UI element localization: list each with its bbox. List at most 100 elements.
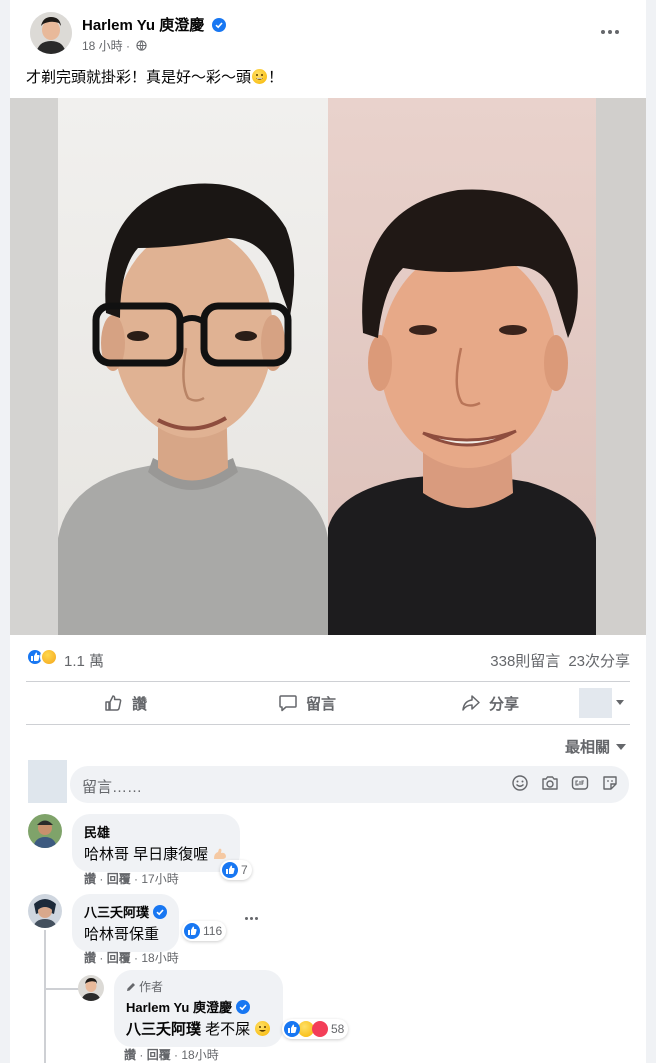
comment-time[interactable]: 18小時 bbox=[141, 951, 178, 965]
camera-icon[interactable] bbox=[541, 774, 559, 792]
commenter-avatar[interactable] bbox=[28, 894, 62, 928]
mention-link[interactable]: 八三夭阿璞 bbox=[126, 1021, 201, 1038]
comment-text: 哈林哥 早日康復喔 bbox=[84, 843, 228, 864]
share-label[interactable]: 分享 bbox=[489, 693, 519, 714]
author-name[interactable]: Harlem Yu 庾澄慶 bbox=[82, 14, 227, 35]
like-label[interactable]: 讚 bbox=[132, 693, 147, 714]
photo-panel-right bbox=[328, 98, 596, 635]
gif-icon[interactable] bbox=[571, 774, 589, 792]
comment-text: 哈林哥保重 bbox=[84, 926, 160, 943]
sort-label[interactable]: 最相關 bbox=[565, 739, 610, 756]
post-text: 才剃完頭就掛彩！真是好～彩～頭 ！ bbox=[26, 66, 283, 87]
caret-down-icon bbox=[616, 744, 626, 750]
flexed-arm-emoji-icon bbox=[212, 847, 228, 861]
pencil-icon bbox=[127, 983, 135, 991]
comment-reaction-count: 7 bbox=[241, 863, 248, 877]
grinning-face-emoji-icon bbox=[252, 69, 268, 84]
comment-reactions[interactable]: 7 bbox=[220, 860, 252, 880]
post-meta: 18 小時 · bbox=[82, 37, 147, 54]
comment-reactions[interactable]: 116 bbox=[182, 921, 227, 941]
comment-bubble: 民雄 哈林哥 早日康復喔 bbox=[72, 814, 241, 872]
post-header: Harlem Yu 庾澄慶 18 小時 · bbox=[30, 12, 630, 56]
comment-bubble: 八三夭阿璞 哈林哥保重 bbox=[72, 894, 180, 952]
like-button[interactable]: 讚 bbox=[104, 684, 147, 722]
post-text-main: 才剃完頭就掛彩！真是好～彩～頭 bbox=[26, 69, 252, 86]
share-as-avatar[interactable] bbox=[579, 688, 612, 718]
post-more-options-button[interactable] bbox=[596, 20, 624, 44]
comment-button[interactable]: 留言 bbox=[278, 684, 336, 722]
verified-badge-icon bbox=[235, 1000, 250, 1014]
reply-author-avatar[interactable] bbox=[78, 975, 104, 1001]
share-button[interactable]: 分享 bbox=[461, 684, 519, 722]
post-card: Harlem Yu 庾澄慶 18 小時 · 才剃完頭就掛彩！真是好～彩～頭 ！ 1… bbox=[10, 0, 646, 1063]
comment-reply-link[interactable]: 回覆 bbox=[107, 951, 131, 965]
reply-author-name[interactable]: Harlem Yu 庾澄慶 bbox=[126, 997, 271, 1016]
reply-text-content: 老不屎 bbox=[201, 1021, 251, 1038]
photo-margin-left bbox=[10, 98, 58, 635]
viewer-avatar[interactable] bbox=[28, 760, 67, 803]
share-arrow-icon bbox=[462, 695, 480, 711]
photo-panel-left bbox=[58, 98, 328, 635]
share-count[interactable]: 23次分享 bbox=[568, 653, 630, 670]
commenter-avatar[interactable] bbox=[28, 814, 62, 848]
dot-icon bbox=[255, 917, 258, 920]
comment-count[interactable]: 338則留言 bbox=[490, 653, 560, 670]
composer-tools bbox=[511, 774, 619, 792]
reaction-count[interactable]: 1.1 萬 bbox=[64, 650, 104, 671]
thumbs-up-icon bbox=[105, 695, 122, 711]
post-time[interactable]: 18 小時 bbox=[82, 39, 123, 53]
love-reaction-icon bbox=[312, 1021, 328, 1037]
commenter-name[interactable]: 八三夭阿璞 bbox=[84, 902, 168, 921]
comment-input-placeholder[interactable]: 留言…… bbox=[82, 776, 142, 797]
verified-badge-icon bbox=[153, 905, 168, 919]
photo-margin-right bbox=[596, 98, 646, 635]
comment-sort-dropdown[interactable]: 最相關 bbox=[565, 736, 626, 757]
post-text-end: ！ bbox=[268, 69, 284, 86]
commenter-name[interactable]: 民雄 bbox=[84, 822, 228, 841]
author-name-text[interactable]: Harlem Yu 庾澄慶 bbox=[82, 17, 204, 34]
reply-reactions[interactable]: 58 bbox=[282, 1019, 349, 1039]
post-photo[interactable] bbox=[10, 98, 646, 635]
commenter-name-text[interactable]: 八三夭阿璞 bbox=[84, 905, 149, 920]
care-reaction-icon[interactable] bbox=[40, 648, 58, 666]
reply-bubble: 作者 Harlem Yu 庾澄慶 八三夭阿璞 老不屎 bbox=[114, 970, 284, 1047]
dot-icon bbox=[615, 30, 619, 34]
comment-time[interactable]: 17小時 bbox=[141, 872, 178, 886]
dot-icon bbox=[608, 30, 612, 34]
emoji-icon[interactable] bbox=[511, 774, 529, 792]
reply-author-name-text[interactable]: Harlem Yu 庾澄慶 bbox=[126, 1000, 232, 1015]
comment-reply-link[interactable]: 回覆 bbox=[107, 872, 131, 886]
divider bbox=[26, 681, 630, 682]
sticker-icon[interactable] bbox=[601, 774, 619, 792]
reply-reply-link[interactable]: 回覆 bbox=[147, 1048, 171, 1062]
like-reaction-icon bbox=[222, 862, 238, 878]
author-tag: 作者 bbox=[126, 978, 271, 995]
comment-share-counts: 338則留言 23次分享 bbox=[490, 650, 630, 671]
comment-more-options-button[interactable] bbox=[245, 917, 258, 920]
comment-like-link[interactable]: 讚 bbox=[84, 872, 96, 886]
post-actions-bar: 讚 留言 分享 bbox=[26, 684, 630, 722]
globe-icon bbox=[136, 40, 147, 51]
reply-like-link[interactable]: 讚 bbox=[124, 1048, 136, 1062]
chevron-down-icon[interactable] bbox=[616, 700, 624, 705]
comment-text-content: 哈林哥 早日康復喔 bbox=[84, 846, 209, 863]
divider bbox=[26, 724, 630, 725]
author-tag-label: 作者 bbox=[139, 980, 164, 994]
comment-reaction-count: 116 bbox=[203, 924, 223, 938]
reaction-stats: 1.1 萬 338則留言 23次分享 bbox=[26, 646, 630, 670]
comment-label[interactable]: 留言 bbox=[306, 693, 336, 714]
dot-icon bbox=[250, 917, 253, 920]
reply-reaction-count: 58 bbox=[331, 1022, 345, 1036]
like-reaction-icon bbox=[184, 923, 200, 939]
comment-action-row: 讚 · 回覆 · 18小時 bbox=[84, 951, 179, 965]
comment-action-row: 讚 · 回覆 · 17小時 bbox=[84, 872, 179, 886]
comment-input[interactable]: 留言…… bbox=[70, 766, 629, 803]
reply-action-row: 讚 · 回覆 · 18小時 bbox=[124, 1048, 219, 1062]
reply-time[interactable]: 18小時 bbox=[181, 1048, 218, 1062]
dot-icon bbox=[245, 917, 248, 920]
comment-bubble-icon bbox=[279, 695, 297, 712]
author-avatar[interactable] bbox=[30, 12, 72, 54]
verified-badge-icon bbox=[212, 18, 227, 32]
thread-connector bbox=[44, 930, 46, 1063]
comment-like-link[interactable]: 讚 bbox=[84, 951, 96, 965]
